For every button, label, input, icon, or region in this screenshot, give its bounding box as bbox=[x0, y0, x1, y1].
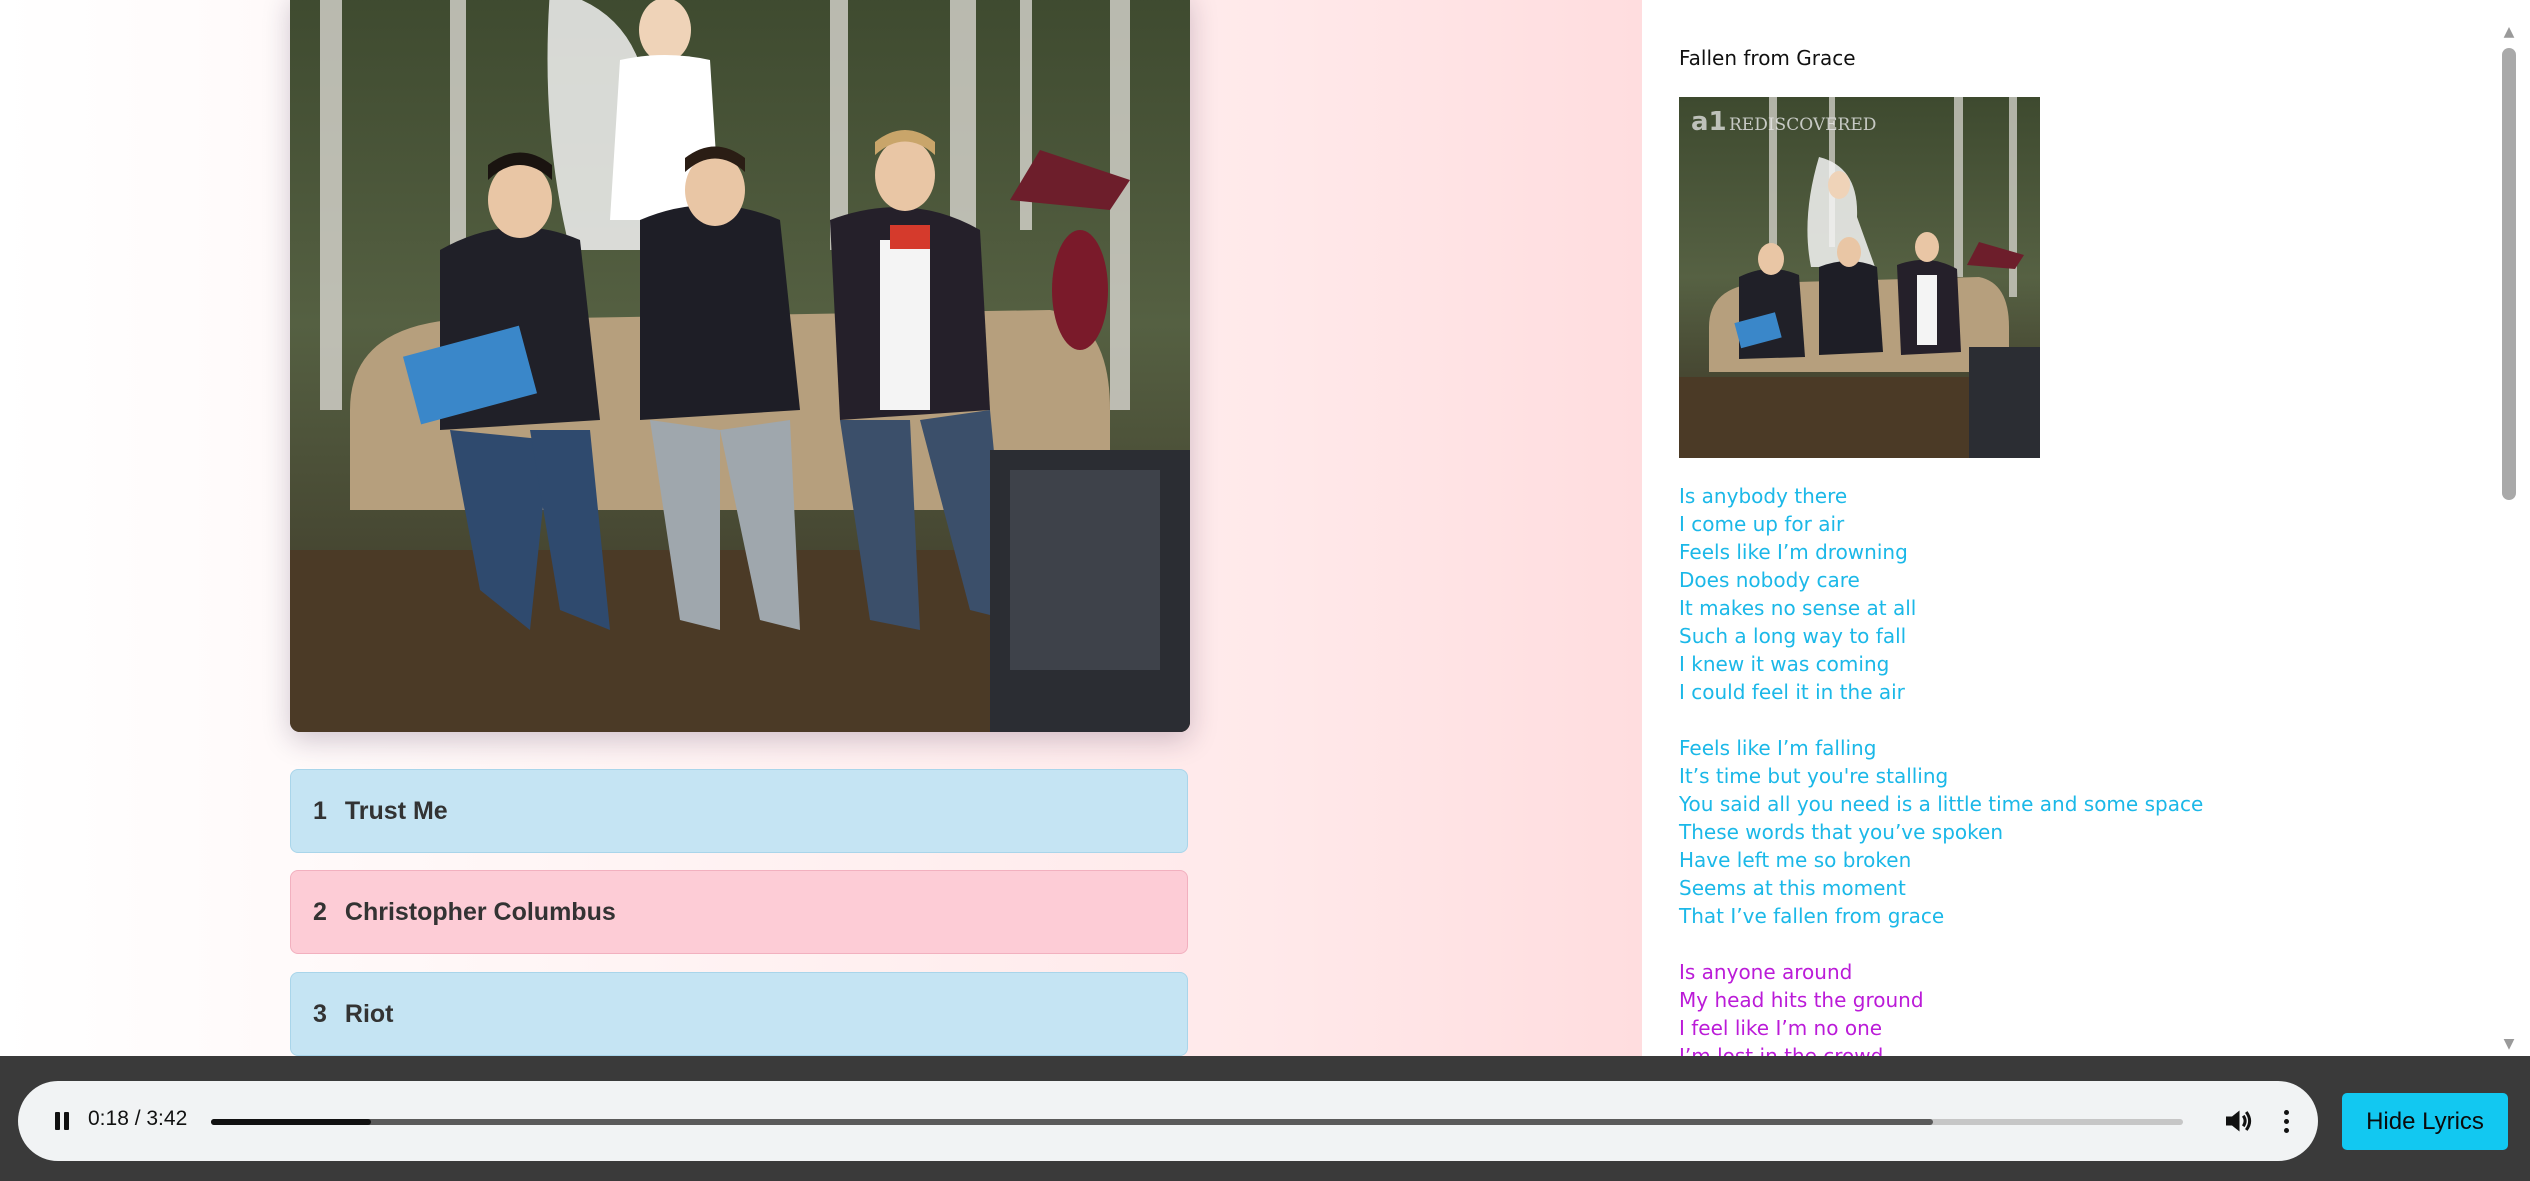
scroll-up-arrow-icon[interactable]: ▲ bbox=[2488, 22, 2530, 42]
lyric-line: Feels like I’m falling bbox=[1679, 736, 1877, 760]
seek-buffered bbox=[211, 1119, 1933, 1125]
lyric-line: I knew it was coming bbox=[1679, 652, 1890, 676]
lyric-line: It makes no sense at all bbox=[1679, 596, 1917, 620]
track-title: Trust Me bbox=[344, 796, 448, 825]
lyrics-text: Is anybody there I come up for air Feels l… bbox=[1679, 482, 2203, 1056]
lyrics-panel[interactable]: Fallen from Grace a1 REDISCOVERED Is any… bbox=[1642, 0, 2488, 1056]
seek-bar[interactable] bbox=[211, 1119, 2183, 1125]
volume-icon bbox=[2226, 1110, 2252, 1132]
lyric-line: These words that you’ve spoken bbox=[1679, 820, 2003, 844]
stanza-gap bbox=[1679, 706, 2203, 734]
lyric-line: Seems at this moment bbox=[1679, 876, 1906, 900]
track-number: 1 bbox=[313, 796, 327, 825]
hide-lyrics-button[interactable]: Hide Lyrics bbox=[2342, 1093, 2508, 1150]
lyric-line: Have left me so broken bbox=[1679, 848, 1912, 872]
album-view: 1 Trust Me 2 Christopher Columbus 3 Riot bbox=[0, 0, 1642, 1056]
seek-progress bbox=[211, 1119, 371, 1125]
album-cover-large bbox=[290, 0, 1190, 732]
cover-logo-text: a1 bbox=[1691, 107, 1727, 137]
track-item[interactable]: 3 Riot bbox=[290, 972, 1188, 1056]
track-item[interactable]: 2 Christopher Columbus bbox=[290, 870, 1188, 954]
lyric-line: I could feel it in the air bbox=[1679, 680, 1905, 704]
time-display: 0:18 / 3:42 bbox=[88, 1107, 188, 1130]
lyric-line: My head hits the ground bbox=[1679, 988, 1924, 1012]
lyrics-scrollbar[interactable]: ▲ ▼ bbox=[2488, 0, 2530, 1056]
scrollbar-thumb[interactable] bbox=[2502, 48, 2516, 500]
lyric-line: I’m lost in the crowd bbox=[1679, 1044, 1884, 1056]
lyric-line: Does nobody care bbox=[1679, 568, 1860, 592]
scroll-down-arrow-icon[interactable]: ▼ bbox=[2488, 1034, 2530, 1054]
lyric-line: You said all you need is a little time a… bbox=[1679, 792, 2204, 816]
lyric-line: Is anyone around bbox=[1679, 960, 1853, 984]
track-number: 2 bbox=[313, 897, 327, 926]
track-title: Christopher Columbus bbox=[344, 897, 616, 926]
album-cover-thumbnail: a1 REDISCOVERED bbox=[1679, 97, 2040, 458]
pause-icon bbox=[53, 1112, 71, 1130]
lyric-line: Feels like I’m drowning bbox=[1679, 540, 1908, 564]
pause-button[interactable] bbox=[44, 1103, 80, 1139]
track-number: 3 bbox=[313, 999, 327, 1028]
volume-button[interactable] bbox=[2220, 1103, 2256, 1139]
lyric-line: Such a long way to fall bbox=[1679, 624, 1907, 648]
lyric-line: I feel like I’m no one bbox=[1679, 1016, 1883, 1040]
track-title: Riot bbox=[344, 999, 394, 1028]
lyric-line: That I’ve fallen from grace bbox=[1679, 904, 1945, 928]
more-vertical-icon bbox=[2283, 1109, 2289, 1115]
stanza-gap bbox=[1679, 930, 2203, 958]
lyric-line: It’s time but you're stalling bbox=[1679, 764, 1949, 788]
lyric-line: I come up for air bbox=[1679, 512, 1845, 536]
track-item[interactable]: 1 Trust Me bbox=[290, 769, 1188, 853]
lyric-line: Is anybody there bbox=[1679, 484, 1848, 508]
cover-subtitle-text: REDISCOVERED bbox=[1729, 115, 1876, 135]
more-options-button[interactable] bbox=[2268, 1103, 2304, 1139]
audio-player[interactable]: 0:18 / 3:42 bbox=[18, 1081, 2318, 1161]
bottom-bar: 0:18 / 3:42 Hide Lyrics bbox=[0, 1056, 2530, 1181]
lyrics-song-title: Fallen from Grace bbox=[1679, 46, 1856, 70]
